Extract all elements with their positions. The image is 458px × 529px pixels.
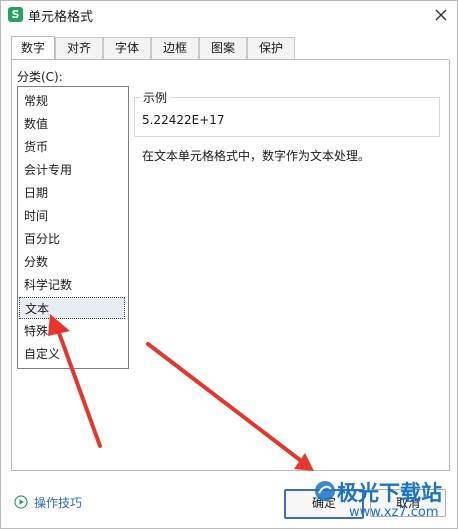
arrow-to-ok-button xyxy=(146,342,314,471)
annotation-arrows xyxy=(48,314,314,471)
arrow-to-text-category xyxy=(48,314,102,448)
